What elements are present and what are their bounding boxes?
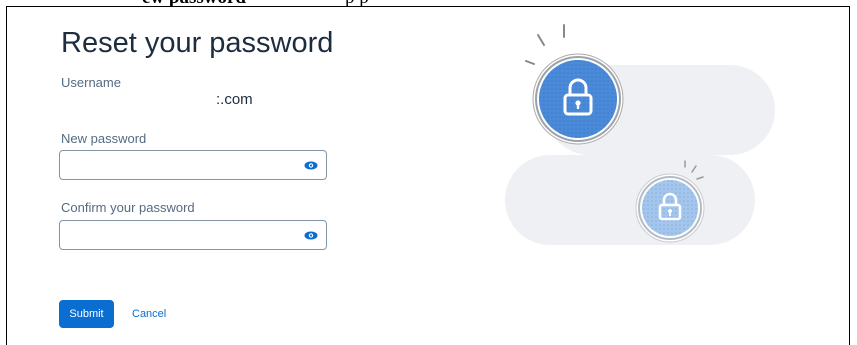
username-value: :.com [216, 91, 253, 108]
password-reset-illustration [505, 24, 775, 245]
lock-icon [635, 173, 705, 243]
new-password-field[interactable] [59, 150, 327, 180]
submit-button[interactable]: Submit [59, 300, 114, 328]
page-title: Reset your password [61, 27, 334, 59]
eye-icon[interactable] [304, 230, 318, 241]
username-label: Username [61, 75, 121, 90]
lock-icon [532, 53, 624, 145]
cancel-link[interactable]: Cancel [132, 308, 166, 320]
new-password-label: New password [61, 131, 147, 146]
confirm-password-label: Confirm your password [61, 200, 195, 215]
confirm-password-field[interactable] [59, 220, 327, 250]
eye-icon[interactable] [304, 160, 318, 171]
